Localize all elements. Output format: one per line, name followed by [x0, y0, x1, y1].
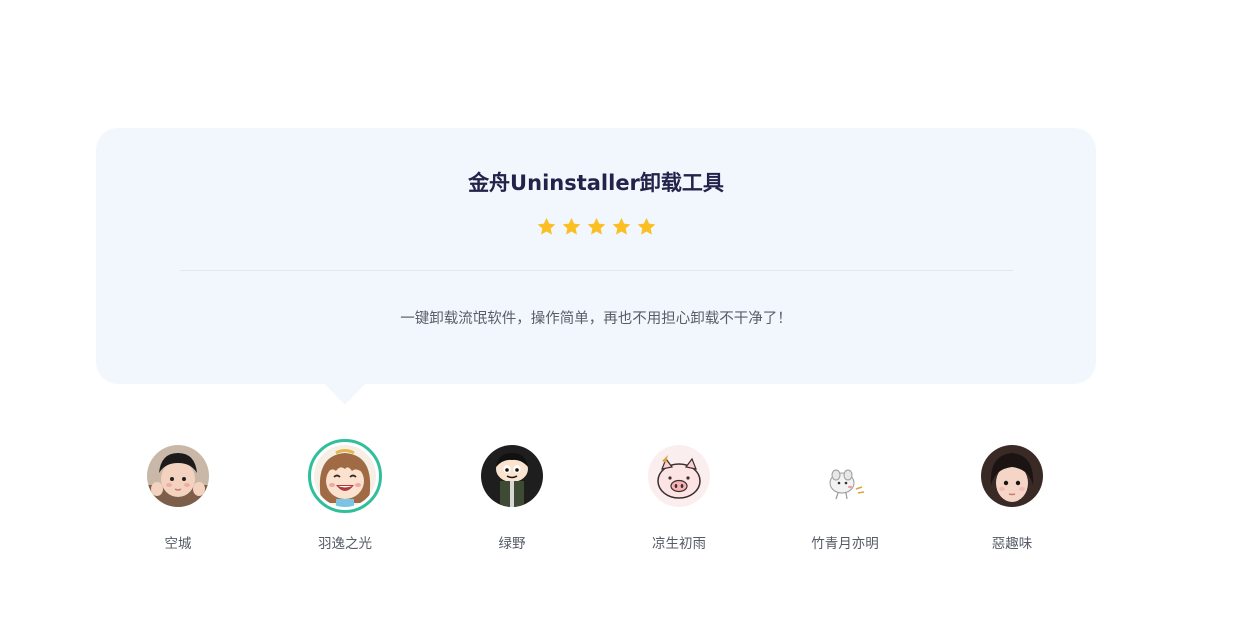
avatar: [814, 445, 876, 507]
avatar: [981, 445, 1043, 507]
reviewer-name: 羽逸之光: [318, 536, 372, 552]
avatar: [481, 445, 543, 507]
cartoon-boy-avatar-icon: [481, 445, 543, 507]
reviewer-item[interactable]: 空城: [118, 436, 238, 556]
reviewer-name: 惡趣味: [991, 536, 1033, 552]
reviewer-item[interactable]: 惡趣味: [952, 436, 1072, 556]
pig-avatar-icon: [648, 445, 710, 507]
cartoon-girl-avatar-icon: [314, 445, 376, 507]
reviewer-name: 竹青月亦明: [811, 536, 879, 552]
child-photo-avatar-icon: [981, 445, 1043, 507]
reviewer-name: 绿野: [498, 536, 526, 552]
avatar: [648, 445, 710, 507]
avatar: [147, 445, 209, 507]
avatar: [308, 439, 382, 513]
reviewer-item[interactable]: 凉生初雨: [619, 436, 739, 556]
reviewer-list: 空城 羽逸之光 绿野 凉生初雨 竹青月亦明 惡趣味: [0, 0, 1240, 633]
reviewer-name: 空城: [164, 536, 192, 552]
hamster-avatar-icon: [814, 445, 876, 507]
child-photo-avatar-icon: [147, 445, 209, 507]
reviewer-item-active[interactable]: 羽逸之光: [285, 436, 405, 556]
reviewer-item[interactable]: 竹青月亦明: [785, 436, 905, 556]
reviewer-item[interactable]: 绿野: [452, 436, 572, 556]
reviewer-name: 凉生初雨: [652, 536, 706, 552]
